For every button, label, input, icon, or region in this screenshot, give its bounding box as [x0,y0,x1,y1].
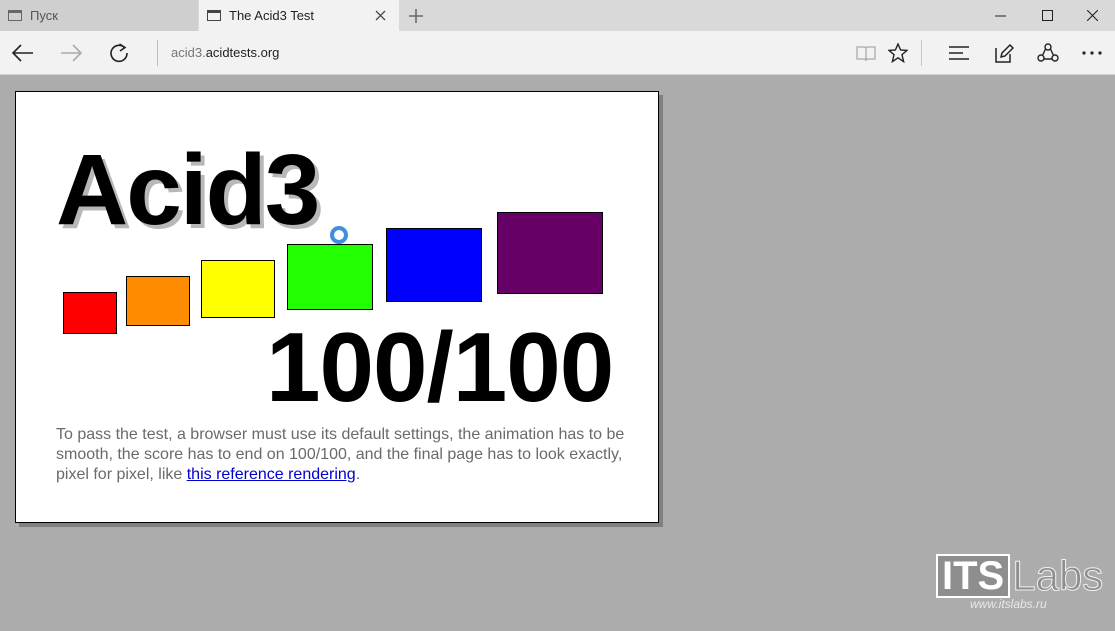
logo-labs: Labs [1012,552,1104,599]
share-button[interactable] [1033,38,1063,68]
itslabs-logo: ITS Labs [936,552,1104,599]
tab-start[interactable]: Пуск [0,0,198,31]
refresh-button[interactable] [104,38,134,68]
bucket-4 [287,244,373,310]
bucket-2 [126,276,190,326]
navigation-bar: acid3.acidtests.org [0,31,1115,75]
tab-strip: Пуск The Acid3 Test [0,0,1115,31]
bucket-1 [63,292,117,334]
share-icon [1037,43,1059,62]
new-tab-button[interactable] [404,4,428,28]
address-bar[interactable]: acid3.acidtests.org [171,45,279,60]
forward-button[interactable] [56,38,86,68]
bucket-5 [386,228,482,302]
minimize-icon [994,15,1006,17]
watermark-url: www.itslabs.ru [970,597,1047,611]
close-icon[interactable] [371,6,389,24]
url-prefix: acid3. [171,45,206,60]
page-icon [207,10,221,21]
back-arrow-icon [12,44,33,62]
tab-acid3[interactable]: The Acid3 Test [199,0,399,31]
star-icon [888,43,908,63]
reading-view-button[interactable] [851,38,881,68]
acid3-test-box: Acid3 100/100 To pass the test, a browse… [15,91,659,523]
more-dots-icon [1082,51,1102,55]
bucket-3 [201,260,275,318]
reference-rendering-link[interactable]: this reference rendering [187,466,356,483]
more-button[interactable] [1077,38,1107,68]
web-note-button[interactable] [989,38,1019,68]
maximize-icon [1041,10,1053,21]
instructions-tail: . [355,466,361,483]
pen-note-icon [994,43,1014,63]
logo-its: ITS [936,554,1011,598]
address-separator [157,40,158,66]
hub-button[interactable] [944,38,974,68]
page-icon [8,10,22,21]
maximize-button[interactable] [1024,0,1070,31]
refresh-icon [110,43,128,63]
hub-lines-icon [949,46,969,60]
score-display: 100/100 [266,312,614,422]
loading-ring-icon [330,226,348,244]
url-host: acidtests.org [205,45,280,60]
instructions-text: To pass the test, a browser must use its… [56,425,636,485]
book-icon [856,45,876,61]
page-title: Acid3 [56,134,320,246]
plus-icon [409,9,423,23]
minimize-button[interactable] [977,0,1023,31]
back-button[interactable] [8,38,38,68]
forward-arrow-icon [61,44,82,62]
tab-title: The Acid3 Test [229,8,315,23]
favorite-button[interactable] [883,38,913,68]
close-icon [1086,10,1098,21]
toolbar-separator [921,40,922,66]
tab-title: Пуск [30,8,58,23]
bucket-6 [497,212,603,294]
window-close-button[interactable] [1069,0,1115,31]
